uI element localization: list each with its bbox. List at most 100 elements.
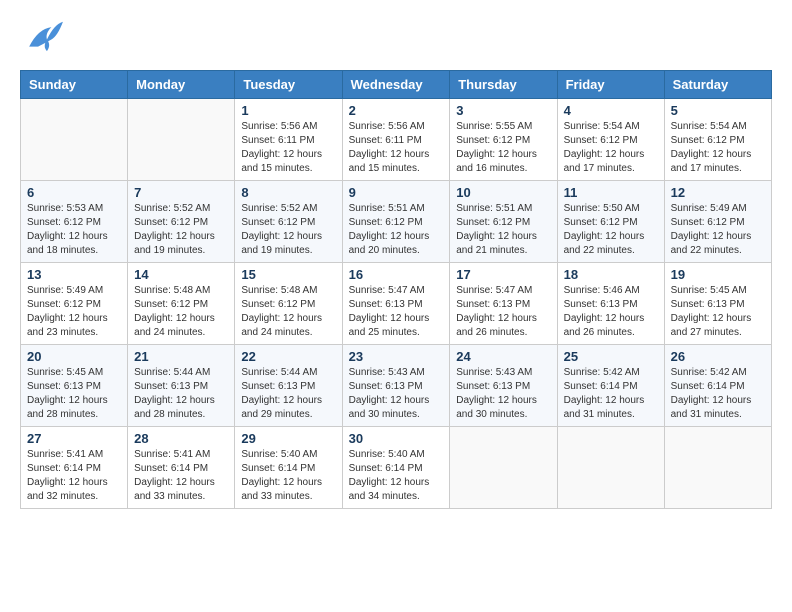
day-cell: 20 Sunrise: 5:45 AMSunset: 6:13 PMDayligh… bbox=[21, 345, 128, 427]
day-detail: Sunrise: 5:50 AMSunset: 6:12 PMDaylight:… bbox=[564, 202, 658, 258]
day-header-sunday: Sunday bbox=[21, 71, 128, 99]
day-number: 13 bbox=[27, 267, 121, 282]
day-detail: Sunrise: 5:51 AMSunset: 6:12 PMDaylight:… bbox=[456, 202, 550, 258]
day-cell: 2 Sunrise: 5:56 AMSunset: 6:11 PMDaylight… bbox=[342, 99, 450, 181]
week-row-5: 27 Sunrise: 5:41 AMSunset: 6:14 PMDayligh… bbox=[21, 427, 772, 509]
day-detail: Sunrise: 5:45 AMSunset: 6:13 PMDaylight:… bbox=[27, 366, 121, 422]
day-detail: Sunrise: 5:44 AMSunset: 6:13 PMDaylight:… bbox=[241, 366, 335, 422]
day-cell: 10 Sunrise: 5:51 AMSunset: 6:12 PMDayligh… bbox=[450, 181, 557, 263]
day-number: 4 bbox=[564, 103, 658, 118]
day-detail: Sunrise: 5:47 AMSunset: 6:13 PMDaylight:… bbox=[456, 284, 550, 340]
day-number: 28 bbox=[134, 431, 228, 446]
calendar-table: SundayMondayTuesdayWednesdayThursdayFrid… bbox=[20, 70, 772, 509]
day-cell: 30Sunrise: 5:40 AMSunset: 6:14 PMDayligh… bbox=[342, 427, 450, 509]
day-detail: Sunrise: 5:51 AMSunset: 6:12 PMDaylight:… bbox=[349, 202, 444, 258]
day-detail: Sunrise: 5:49 AMSunset: 6:12 PMDaylight:… bbox=[671, 202, 765, 258]
day-cell: 26Sunrise: 5:42 AMSunset: 6:14 PMDayligh… bbox=[664, 345, 771, 427]
day-cell: 23Sunrise: 5:43 AMSunset: 6:13 PMDayligh… bbox=[342, 345, 450, 427]
day-cell: 4 Sunrise: 5:54 AMSunset: 6:12 PMDaylight… bbox=[557, 99, 664, 181]
day-cell bbox=[557, 427, 664, 509]
day-number: 18 bbox=[564, 267, 658, 282]
day-detail: Sunrise: 5:48 AMSunset: 6:12 PMDaylight:… bbox=[134, 284, 228, 340]
day-header-tuesday: Tuesday bbox=[235, 71, 342, 99]
day-number: 12 bbox=[671, 185, 765, 200]
day-detail: Sunrise: 5:41 AMSunset: 6:14 PMDaylight:… bbox=[134, 448, 228, 504]
day-cell: 22 Sunrise: 5:44 AMSunset: 6:13 PMDayligh… bbox=[235, 345, 342, 427]
day-cell: 7 Sunrise: 5:52 AMSunset: 6:12 PMDaylight… bbox=[128, 181, 235, 263]
day-cell: 28 Sunrise: 5:41 AMSunset: 6:14 PMDayligh… bbox=[128, 427, 235, 509]
day-number: 5 bbox=[671, 103, 765, 118]
day-cell: 19Sunrise: 5:45 AMSunset: 6:13 PMDayligh… bbox=[664, 263, 771, 345]
day-header-friday: Friday bbox=[557, 71, 664, 99]
day-cell: 6 Sunrise: 5:53 AMSunset: 6:12 PMDaylight… bbox=[21, 181, 128, 263]
day-cell: 27 Sunrise: 5:41 AMSunset: 6:14 PMDayligh… bbox=[21, 427, 128, 509]
day-cell: 14Sunrise: 5:48 AMSunset: 6:12 PMDayligh… bbox=[128, 263, 235, 345]
week-row-1: 1Sunrise: 5:56 AMSunset: 6:11 PMDaylight… bbox=[21, 99, 772, 181]
day-number: 2 bbox=[349, 103, 444, 118]
day-number: 11 bbox=[564, 185, 658, 200]
day-number: 21 bbox=[134, 349, 228, 364]
day-cell: 3 Sunrise: 5:55 AMSunset: 6:12 PMDaylight… bbox=[450, 99, 557, 181]
day-number: 3 bbox=[456, 103, 550, 118]
day-number: 29 bbox=[241, 431, 335, 446]
day-cell: 8 Sunrise: 5:52 AMSunset: 6:12 PMDaylight… bbox=[235, 181, 342, 263]
day-cell: 12 Sunrise: 5:49 AMSunset: 6:12 PMDayligh… bbox=[664, 181, 771, 263]
day-header-thursday: Thursday bbox=[450, 71, 557, 99]
day-cell: 24Sunrise: 5:43 AMSunset: 6:13 PMDayligh… bbox=[450, 345, 557, 427]
day-detail: Sunrise: 5:44 AMSunset: 6:13 PMDaylight:… bbox=[134, 366, 228, 422]
day-number: 15 bbox=[241, 267, 335, 282]
day-number: 27 bbox=[27, 431, 121, 446]
day-cell: 29 Sunrise: 5:40 AMSunset: 6:14 PMDayligh… bbox=[235, 427, 342, 509]
day-number: 8 bbox=[241, 185, 335, 200]
day-cell: 9 Sunrise: 5:51 AMSunset: 6:12 PMDaylight… bbox=[342, 181, 450, 263]
day-cell: 18 Sunrise: 5:46 AMSunset: 6:13 PMDayligh… bbox=[557, 263, 664, 345]
day-detail: Sunrise: 5:49 AMSunset: 6:12 PMDaylight:… bbox=[27, 284, 121, 340]
day-number: 6 bbox=[27, 185, 121, 200]
day-number: 17 bbox=[456, 267, 550, 282]
day-number: 19 bbox=[671, 267, 765, 282]
day-detail: Sunrise: 5:47 AMSunset: 6:13 PMDaylight:… bbox=[349, 284, 444, 340]
page-header bbox=[20, 20, 772, 60]
week-row-3: 13 Sunrise: 5:49 AMSunset: 6:12 PMDayligh… bbox=[21, 263, 772, 345]
day-detail: Sunrise: 5:56 AMSunset: 6:11 PMDaylight:… bbox=[349, 120, 444, 176]
day-detail: Sunrise: 5:40 AMSunset: 6:14 PMDaylight:… bbox=[349, 448, 444, 504]
day-detail: Sunrise: 5:43 AMSunset: 6:13 PMDaylight:… bbox=[349, 366, 444, 422]
logo bbox=[20, 20, 69, 60]
day-number: 7 bbox=[134, 185, 228, 200]
day-header-monday: Monday bbox=[128, 71, 235, 99]
day-detail: Sunrise: 5:53 AMSunset: 6:12 PMDaylight:… bbox=[27, 202, 121, 258]
day-cell: 16 Sunrise: 5:47 AMSunset: 6:13 PMDayligh… bbox=[342, 263, 450, 345]
day-detail: Sunrise: 5:52 AMSunset: 6:12 PMDaylight:… bbox=[241, 202, 335, 258]
day-number: 10 bbox=[456, 185, 550, 200]
day-number: 16 bbox=[349, 267, 444, 282]
day-detail: Sunrise: 5:56 AMSunset: 6:11 PMDaylight:… bbox=[241, 120, 335, 176]
day-detail: Sunrise: 5:54 AMSunset: 6:12 PMDaylight:… bbox=[564, 120, 658, 176]
day-cell bbox=[664, 427, 771, 509]
day-number: 22 bbox=[241, 349, 335, 364]
day-detail: Sunrise: 5:52 AMSunset: 6:12 PMDaylight:… bbox=[134, 202, 228, 258]
day-detail: Sunrise: 5:46 AMSunset: 6:13 PMDaylight:… bbox=[564, 284, 658, 340]
day-detail: Sunrise: 5:48 AMSunset: 6:12 PMDaylight:… bbox=[241, 284, 335, 340]
day-detail: Sunrise: 5:55 AMSunset: 6:12 PMDaylight:… bbox=[456, 120, 550, 176]
day-number: 24 bbox=[456, 349, 550, 364]
day-number: 9 bbox=[349, 185, 444, 200]
day-cell bbox=[128, 99, 235, 181]
day-header-wednesday: Wednesday bbox=[342, 71, 450, 99]
day-header-saturday: Saturday bbox=[664, 71, 771, 99]
day-number: 20 bbox=[27, 349, 121, 364]
day-detail: Sunrise: 5:42 AMSunset: 6:14 PMDaylight:… bbox=[564, 366, 658, 422]
day-number: 26 bbox=[671, 349, 765, 364]
day-cell: 5 Sunrise: 5:54 AMSunset: 6:12 PMDaylight… bbox=[664, 99, 771, 181]
day-cell: 15 Sunrise: 5:48 AMSunset: 6:12 PMDayligh… bbox=[235, 263, 342, 345]
day-cell: 25 Sunrise: 5:42 AMSunset: 6:14 PMDayligh… bbox=[557, 345, 664, 427]
day-detail: Sunrise: 5:40 AMSunset: 6:14 PMDaylight:… bbox=[241, 448, 335, 504]
logo-icon bbox=[20, 20, 65, 60]
day-detail: Sunrise: 5:41 AMSunset: 6:14 PMDaylight:… bbox=[27, 448, 121, 504]
day-cell: 17 Sunrise: 5:47 AMSunset: 6:13 PMDayligh… bbox=[450, 263, 557, 345]
day-number: 25 bbox=[564, 349, 658, 364]
day-detail: Sunrise: 5:54 AMSunset: 6:12 PMDaylight:… bbox=[671, 120, 765, 176]
day-cell: 21 Sunrise: 5:44 AMSunset: 6:13 PMDayligh… bbox=[128, 345, 235, 427]
week-row-4: 20 Sunrise: 5:45 AMSunset: 6:13 PMDayligh… bbox=[21, 345, 772, 427]
day-cell: 11 Sunrise: 5:50 AMSunset: 6:12 PMDayligh… bbox=[557, 181, 664, 263]
day-cell: 1Sunrise: 5:56 AMSunset: 6:11 PMDaylight… bbox=[235, 99, 342, 181]
